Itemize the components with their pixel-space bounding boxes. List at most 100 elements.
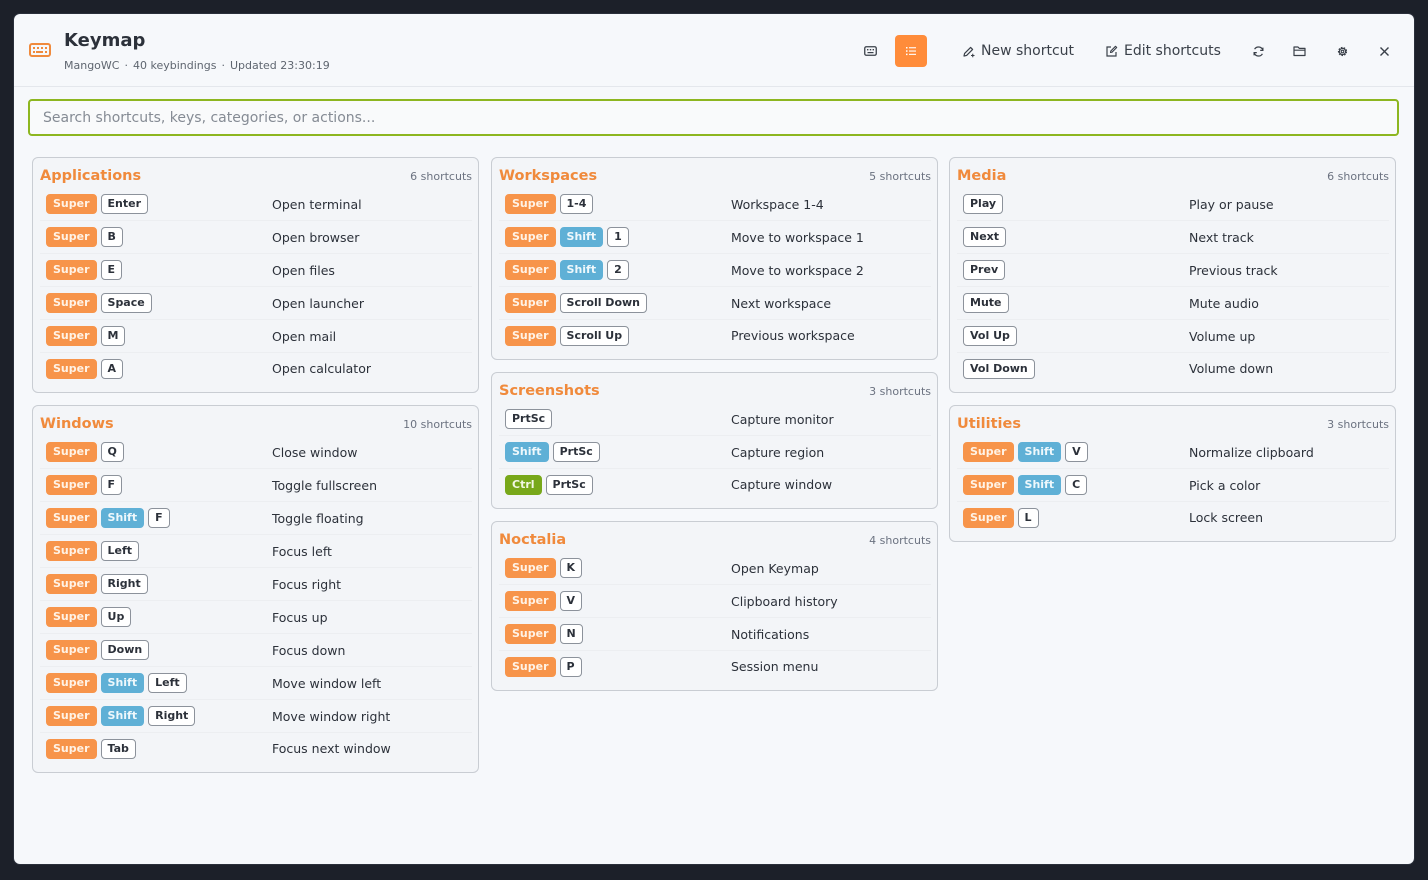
keybinding-count: 40 keybindings <box>132 59 217 72</box>
shortcut-row[interactable]: Super Q Close window <box>40 436 472 469</box>
shortcut-row[interactable]: Super Space Open launcher <box>40 287 472 320</box>
shortcut-action: Open terminal <box>272 196 362 212</box>
key-combo: Super Shift Right <box>40 706 272 726</box>
shortcut-action: Close window <box>272 444 358 460</box>
shortcut-row[interactable]: Super K Open Keymap <box>499 552 931 585</box>
shortcut-row[interactable]: PrtSc Capture monitor <box>499 403 931 436</box>
shortcut-row[interactable]: Super Scroll Down Next workspace <box>499 287 931 320</box>
close-button[interactable] <box>1371 38 1397 64</box>
edit-shortcuts-button[interactable]: Edit shortcuts <box>1105 40 1221 62</box>
key-badge-next: Next <box>963 227 1007 247</box>
key-badge-1: 1 <box>607 227 629 247</box>
shortcut-action: Focus down <box>272 642 346 658</box>
key-combo: Super Shift C <box>957 475 1189 495</box>
shortcut-row[interactable]: Mute Mute audio <box>957 287 1389 320</box>
new-shortcut-button[interactable]: New shortcut <box>962 40 1074 62</box>
key-badge-super: Super <box>46 442 97 462</box>
shortcut-row[interactable]: Super Tab Focus next window <box>40 733 472 764</box>
shortcut-row[interactable]: Super Shift Right Move window right <box>40 700 472 733</box>
shortcut-row[interactable]: Super Right Focus right <box>40 568 472 601</box>
keyboard-view-button[interactable] <box>857 35 883 67</box>
shortcut-row[interactable]: Super A Open calculator <box>40 353 472 384</box>
gear-icon <box>1337 46 1347 56</box>
shortcut-row[interactable]: Super V Clipboard history <box>499 585 931 618</box>
shortcut-row[interactable]: Super P Session menu <box>499 651 931 682</box>
key-combo: Next <box>957 227 1189 247</box>
shortcut-row[interactable]: Super Shift C Pick a color <box>957 469 1389 502</box>
key-combo: Super L <box>957 507 1189 528</box>
shortcut-row[interactable]: Super Shift V Normalize clipboard <box>957 436 1389 469</box>
shortcut-count: 5 shortcuts <box>869 169 931 183</box>
shortcut-row[interactable]: Prev Previous track <box>957 254 1389 287</box>
settings-button[interactable] <box>1329 38 1355 64</box>
shortcut-row[interactable]: Super Left Focus left <box>40 535 472 568</box>
key-badge-l: L <box>1017 507 1039 528</box>
shortcut-row[interactable]: Super L Lock screen <box>957 502 1389 533</box>
key-combo: Super P <box>499 656 731 677</box>
shortcut-action: Next workspace <box>731 295 832 311</box>
shortcut-row[interactable]: Vol Down Volume down <box>957 353 1389 384</box>
key-badge-scroll-up: Scroll Up <box>559 325 630 346</box>
shortcut-action: Notifications <box>731 626 810 642</box>
shortcut-action: Clipboard history <box>731 593 838 609</box>
refresh-button[interactable] <box>1245 38 1271 64</box>
key-badge-f: F <box>148 508 170 528</box>
list-icon <box>906 47 916 56</box>
key-badge-c: C <box>1065 475 1088 495</box>
key-badge-space: Space <box>100 293 152 313</box>
key-badge-shift: Shift <box>100 508 145 528</box>
shortcut-count: 6 shortcuts <box>1327 169 1389 183</box>
shortcut-action: Move window right <box>272 708 391 724</box>
list-view-button[interactable] <box>895 35 927 67</box>
shortcut-row[interactable]: Super E Open files <box>40 254 472 287</box>
shortcut-row[interactable]: Super Down Focus down <box>40 634 472 667</box>
shortcut-row[interactable]: Super Shift F Toggle floating <box>40 502 472 535</box>
category-title: Workspaces <box>499 168 598 184</box>
shortcut-row[interactable]: Super 1-4 Workspace 1-4 <box>499 188 931 221</box>
shortcut-row[interactable]: Play Play or pause <box>957 188 1389 221</box>
shortcut-row[interactable]: Super Up Focus up <box>40 601 472 634</box>
shortcut-row[interactable]: Super M Open mail <box>40 320 472 353</box>
key-badge-super: Super <box>505 591 556 611</box>
shortcut-row[interactable]: Super N Notifications <box>499 618 931 651</box>
key-combo: Super Down <box>40 640 272 660</box>
key-combo: Super Left <box>40 541 272 561</box>
key-badge-e: E <box>100 260 123 280</box>
key-badge-left: Left <box>148 673 187 693</box>
key-badge-vol-down: Vol Down <box>963 358 1035 379</box>
shortcut-row[interactable]: Ctrl PrtSc Capture window <box>499 469 931 500</box>
key-combo: Super F <box>40 475 272 495</box>
key-badge-super: Super <box>46 738 97 759</box>
key-badge-super: Super <box>46 673 97 693</box>
key-badge-super: Super <box>46 640 97 660</box>
shortcut-action: Open calculator <box>272 361 371 376</box>
key-combo: Super Scroll Up <box>499 325 731 346</box>
open-folder-button[interactable] <box>1287 38 1313 64</box>
shortcut-row[interactable]: Super B Open browser <box>40 221 472 254</box>
shortcut-count: 4 shortcuts <box>869 533 931 547</box>
key-badge-super: Super <box>505 624 556 644</box>
shortcut-row[interactable]: Super Shift 2 Move to workspace 2 <box>499 254 931 287</box>
shortcut-row[interactable]: Super F Toggle fullscreen <box>40 469 472 502</box>
shortcut-row[interactable]: Vol Up Volume up <box>957 320 1389 353</box>
category-card-utilities: Utilities 3 shortcuts Super Shift V Normalize… <box>949 405 1396 542</box>
shortcut-row[interactable]: Shift PrtSc Capture region <box>499 436 931 469</box>
shortcut-row[interactable]: Super Enter Open terminal <box>40 188 472 221</box>
shortcut-count: 3 shortcuts <box>1327 417 1389 431</box>
key-badge-f: F <box>100 475 123 495</box>
shortcut-row[interactable]: Next Next track <box>957 221 1389 254</box>
shortcut-row[interactable]: Super Shift 1 Move to workspace 1 <box>499 221 931 254</box>
search-input[interactable] <box>28 99 1399 136</box>
edit-icon <box>1106 45 1118 57</box>
shortcut-row[interactable]: Super Scroll Up Previous workspace <box>499 320 931 351</box>
keyboard-icon <box>863 46 877 56</box>
category-title: Noctalia <box>499 532 567 548</box>
app-subtitle: MangoWC · 40 keybindings · Updated 23:30:19 <box>64 59 330 72</box>
shortcut-action: Capture monitor <box>731 411 834 427</box>
shortcut-action: Workspace 1-4 <box>731 196 824 212</box>
shortcut-action: Mute audio <box>1189 295 1259 311</box>
key-badge-shift: Shift <box>505 442 549 462</box>
key-badge-super: Super <box>46 574 97 594</box>
key-badge-super: Super <box>46 293 97 313</box>
shortcut-row[interactable]: Super Shift Left Move window left <box>40 667 472 700</box>
